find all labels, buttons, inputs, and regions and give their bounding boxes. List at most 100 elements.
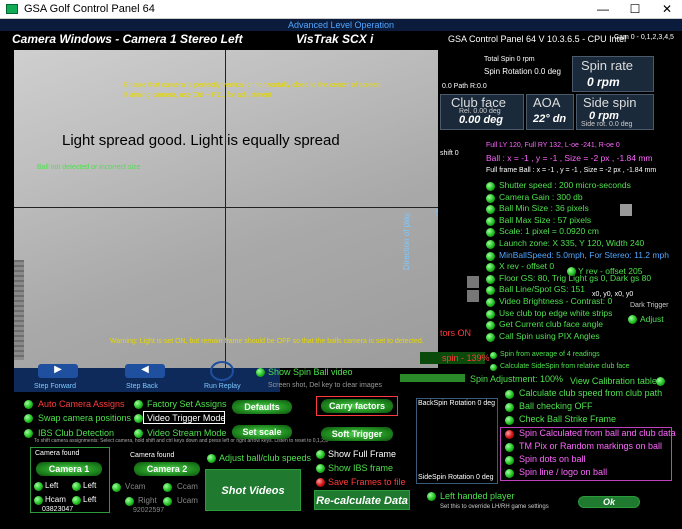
setting-led[interactable] [486,321,495,331]
cam1-left2-led[interactable] [72,482,81,491]
gray-slider-b[interactable] [467,290,479,302]
ibs-club-detection[interactable]: IBS Club Detection [38,428,114,438]
spin-option-led[interactable] [505,469,514,478]
shot-videos-button[interactable]: Shot Videos [205,469,301,511]
left-handed-led[interactable] [427,492,436,501]
maximize-button[interactable]: ☐ [620,2,650,17]
view-calib-led[interactable] [656,377,665,386]
factory-set-assigns[interactable]: Factory Set Assigns [147,399,227,409]
adjust-speeds[interactable]: Adjust ball/club speeds [219,453,311,463]
show-ibs-led[interactable] [316,464,325,473]
setting-item[interactable]: X rev - offset 0 [499,261,554,271]
club-option[interactable]: Ball checking OFF [519,401,593,411]
carry-factors-button[interactable]: Carry factors [321,399,393,413]
ok-button[interactable]: Ok [578,496,640,508]
setting-item[interactable]: Ball Min Size : 36 pixels [499,203,589,213]
auto-camera-assigns[interactable]: Auto Camera Assigns [38,399,125,409]
calc-side-led[interactable] [490,364,497,371]
swap-camera-positions[interactable]: Swap camera positions [38,413,131,423]
spin-rate-box: Spin rate 0 rpm [572,56,654,92]
setting-item[interactable]: Call Spin using PIX Angles [499,331,600,341]
club-option[interactable]: Check Ball Strike Frame [519,414,616,424]
spin-option[interactable]: TM Pix or Random markings on ball [519,441,662,451]
cam1-left-led[interactable] [34,482,43,491]
setting-led[interactable] [486,263,495,273]
spin-adjust-bar[interactable] [400,374,465,382]
hcam-led[interactable] [34,496,43,505]
setting-item[interactable]: Scale: 1 pixel = 0.0920 cm [499,226,599,236]
defaults-button[interactable]: Defaults [232,400,292,414]
spin-avg-led[interactable] [490,352,497,359]
camera-1-button[interactable]: Camera 1 [36,462,102,476]
adjust-led[interactable] [628,315,637,324]
club-option[interactable]: Calculate club speed from club path [519,388,662,398]
step-forward-button[interactable]: ▶ [38,364,78,378]
spin-option[interactable]: Spin Calculated from ball and club data [519,428,676,438]
setting-item[interactable]: Launch zone: X 335, Y 120, Width 240 [499,238,644,248]
left-handed-player[interactable]: Left handed player [440,491,515,501]
show-spin-label[interactable]: Show Spin Ball video [268,367,353,377]
show-full-led[interactable] [316,450,325,459]
club-option-led[interactable] [505,403,514,412]
cam1-left3-led[interactable] [72,496,81,505]
video-stream-led[interactable] [134,429,143,438]
show-full-frame[interactable]: Show Full Frame [328,449,396,459]
spin-option-led[interactable] [505,456,514,465]
video-stream-mode[interactable]: Video Stream Mode [147,428,226,438]
setting-item[interactable]: Get Current club face angle [499,319,603,329]
setting-led[interactable] [486,309,495,319]
ibs-led[interactable] [24,429,33,438]
spin-option[interactable]: Spin dots on ball [519,454,586,464]
camera-2-button[interactable]: Camera 2 [134,462,200,476]
save-frames-led[interactable] [316,478,325,487]
close-button[interactable]: ✕ [652,2,682,17]
setting-item[interactable]: MinBallSpeed: 5.0mph, For Stereo: 11.2 m… [499,250,669,260]
step-back-button[interactable]: ◀ [125,364,165,378]
adjust-label[interactable]: Adjust [640,314,664,324]
club-option-led[interactable] [505,416,514,425]
spin-option[interactable]: Spin line / logo on ball [519,467,607,477]
ccam-led[interactable] [163,483,172,492]
vcam-led[interactable] [112,483,121,492]
setting-led[interactable] [486,240,495,249]
setting-led[interactable] [486,193,495,203]
setting-led[interactable] [486,274,495,284]
setting-item[interactable]: Shutter speed : 200 micro-seconds [499,180,631,190]
setting-led[interactable] [486,298,495,307]
right-led[interactable] [125,497,134,506]
calc-side[interactable]: Calculate SideSpin from relative club fa… [500,363,630,370]
setting-item[interactable]: Ball Max Size : 57 pixels [499,215,591,225]
spin-option-led[interactable] [505,443,514,452]
soft-trigger-button[interactable]: Soft Trigger [321,427,393,441]
setting-item[interactable]: Use club top edge white strips [499,308,612,318]
save-frames[interactable]: Save Frames to file [328,477,406,487]
ucam-led[interactable] [163,497,172,506]
spin-option-led[interactable] [505,430,514,439]
spin-avg[interactable]: Spin from average of 4 readings [500,351,600,358]
setting-led[interactable] [486,251,495,261]
video-trigger-mode[interactable]: Video Trigger Mode [147,413,225,423]
gray-slider-a[interactable] [467,276,479,288]
y-rev-led[interactable] [567,267,576,276]
setting-led[interactable] [486,286,495,296]
minimize-button[interactable]: — [588,2,618,17]
swap-led[interactable] [24,414,33,423]
club-option-led[interactable] [505,390,514,399]
show-ibs-frame[interactable]: Show IBS frame [328,463,393,473]
run-replay-icon[interactable] [210,361,234,381]
recalc-button[interactable]: Re-calculate Data [314,490,410,510]
setting-led[interactable] [486,228,495,238]
setting-led[interactable] [486,182,495,191]
setting-led[interactable] [486,216,495,226]
setting-item[interactable]: Camera Gain : 300 db [499,192,583,202]
show-spin-led[interactable] [256,368,265,377]
factory-led[interactable] [134,400,143,409]
setting-led[interactable] [486,205,495,215]
auto-cam-led[interactable] [24,400,33,409]
setting-item[interactable]: Ball Line/Spot GS: 151 [499,284,585,294]
set-scale-button[interactable]: Set scale [232,425,292,439]
adjust-speeds-led[interactable] [207,454,216,463]
view-calibration[interactable]: View Calibration table [570,376,657,386]
setting-led[interactable] [486,332,495,342]
video-trigger-led[interactable] [134,414,143,423]
